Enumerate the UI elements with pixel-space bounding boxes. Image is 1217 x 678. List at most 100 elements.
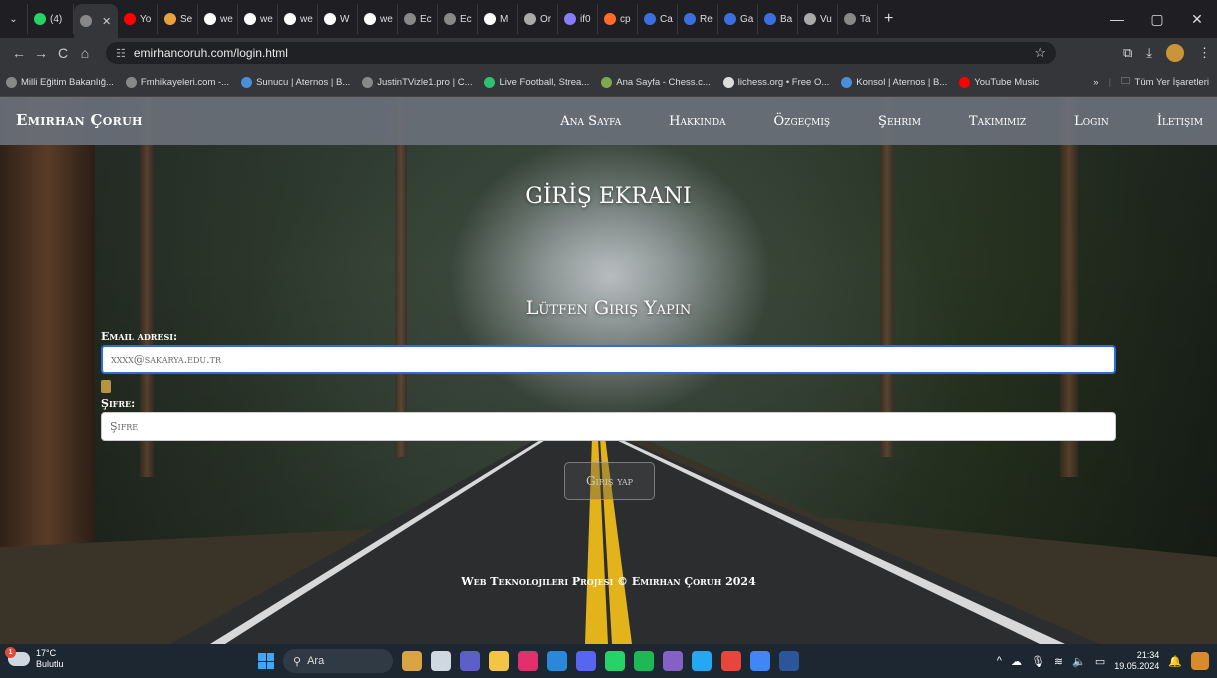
tab-search-button[interactable]: ⌄ [0,4,28,34]
store-icon[interactable] [547,651,567,671]
extensions-icon[interactable]: ⧉ [1123,45,1132,61]
notification-bell-icon[interactable]: 🔔 [1168,655,1182,668]
nav-link[interactable]: Takimimiz [969,114,1026,129]
nav-link[interactable]: Özgeçmiş [774,114,831,129]
cloud-sync-icon[interactable]: ☁ [1011,655,1022,668]
bookmark-item[interactable]: Fmhikayeleri.com -... [120,76,235,88]
nav-link[interactable]: Hakkinda [669,114,725,129]
close-tab-icon[interactable]: ✕ [102,15,111,28]
browser-tab[interactable]: Vu [798,4,838,34]
weather-widget[interactable]: 1 17°C Bulutlu [5,647,64,670]
all-bookmarks-button[interactable]: 🗀 Tüm Yer İşaretleri [1121,74,1209,90]
vscode-icon[interactable] [692,651,712,671]
file-explorer-icon[interactable] [489,651,509,671]
minimize-button[interactable]: — [1097,11,1137,27]
chevron-up-icon[interactable]: ^ [997,655,1002,667]
restore-button[interactable]: ▢ [1137,11,1177,28]
browser-tab[interactable]: we [358,4,398,34]
volume-icon[interactable]: 🔈 [1072,655,1086,668]
whatsapp-icon[interactable] [605,651,625,671]
nav-link[interactable]: İletişim [1157,114,1203,129]
password-input[interactable] [101,412,1116,441]
new-tab-button[interactable]: + [878,4,899,34]
browser-tab[interactable]: Se [158,4,198,34]
battery-icon[interactable]: ▭ [1095,655,1105,668]
bookmark-item[interactable]: Konsol | Aternos | B... [835,76,953,88]
browser-tab[interactable]: cp [598,4,638,34]
chrome-icon[interactable] [721,651,741,671]
bookmarks-divider: | [1108,76,1112,88]
taskbar-search[interactable]: ⚲ Ara [283,649,393,673]
m-icon [764,13,776,25]
browser-tab[interactable]: if0 [558,4,598,34]
widgets-icon[interactable] [402,651,422,671]
bookmark-item[interactable]: YouTube Music [953,76,1045,88]
site-brand[interactable]: Emirhan Çoruh [16,111,143,129]
instagram-icon[interactable] [518,651,538,671]
bookmark-item[interactable]: Ana Sayfa - Chess.c... [595,76,717,88]
browser-tab[interactable]: Or [518,4,558,34]
close-window-button[interactable]: ✕ [1177,11,1217,28]
browser-tab[interactable]: we [238,4,278,34]
browser-tab[interactable]: (4) [28,4,74,34]
url-bar[interactable]: ☷ emirhancoruh.com/login.html ☆ [106,42,1056,64]
browser-tab[interactable]: we [278,4,318,34]
openai-icon [804,13,816,25]
weather-badge: 1 [5,647,16,658]
windows-start-icon[interactable] [258,653,274,669]
browser-tab[interactable]: W [318,4,358,34]
spotify-icon[interactable] [634,651,654,671]
word-icon[interactable] [779,651,799,671]
forward-button[interactable]: → [30,45,52,61]
nav-link[interactable]: Şehrim [878,114,921,129]
browser-tab[interactable]: M [478,4,518,34]
tab-label: Ta [860,13,871,25]
back-button[interactable]: ← [8,45,30,61]
tab-label: M [500,13,509,25]
nav-link[interactable]: Login [1074,114,1109,129]
login-subtitle: Lütfen Giriş Yapin [525,297,692,319]
bookmark-label: YouTube Music [974,76,1040,88]
bookmark-item[interactable]: JustinTVizle1.pro | C... [356,76,478,88]
login-button[interactable]: Giriş yap [564,462,655,500]
more-menu-icon[interactable]: ⋮ [1198,45,1211,61]
page-footer: Web Teknolojileri Projesi © Emirhan Çoru… [461,575,756,588]
taskview-icon[interactable] [431,651,451,671]
tab-label: W [340,13,350,25]
browser-tab[interactable]: Ta [838,4,878,34]
visual-studio-icon[interactable] [663,651,683,671]
browser-tab[interactable]: Ec [398,4,438,34]
tab-label: Ca [660,13,673,25]
browser-tab[interactable]: Re [678,4,718,34]
github-icon [364,13,376,25]
microphone-icon[interactable]: 🎙 [1031,655,1045,668]
home-button[interactable]: ⌂ [74,45,96,61]
youtube-icon [124,13,136,25]
browser-tab[interactable]: Ec [438,4,478,34]
browser-tab[interactable]: Ba [758,4,798,34]
downloads-icon[interactable]: ⤓ [1146,45,1152,61]
site-info-icon[interactable]: ☷ [116,47,126,60]
copilot-icon[interactable] [1191,652,1209,670]
reload-button[interactable]: C [52,45,74,61]
bookmark-item[interactable]: Sunucu | Aternos | B... [235,76,356,88]
clock[interactable]: 21:34 19.05.2024 [1114,650,1159,672]
bookmark-star-icon[interactable]: ☆ [1034,45,1046,61]
checkbox[interactable] [101,380,111,393]
email-input[interactable] [101,345,1116,374]
browser-tab[interactable]: ✕ [74,4,118,38]
bookmarks-overflow-button[interactable]: » [1093,77,1098,88]
wifi-icon[interactable]: ≋ [1054,655,1063,668]
bookmark-item[interactable]: Milli Eğitim Bakanlığ... [0,76,120,88]
bookmark-item[interactable]: lichess.org • Free O... [717,76,836,88]
browser-tab[interactable]: Ga [718,4,758,34]
teams-icon[interactable] [460,651,480,671]
chrome-profile-icon[interactable] [750,651,770,671]
browser-tab[interactable]: we [198,4,238,34]
discord-icon[interactable] [576,651,596,671]
browser-tab[interactable]: Ca [638,4,678,34]
profile-avatar[interactable] [1166,44,1184,62]
bookmark-item[interactable]: Live Football, Strea... [478,76,595,88]
nav-link[interactable]: Ana Sayfa [560,114,621,129]
browser-tab[interactable]: Yo [118,4,158,34]
